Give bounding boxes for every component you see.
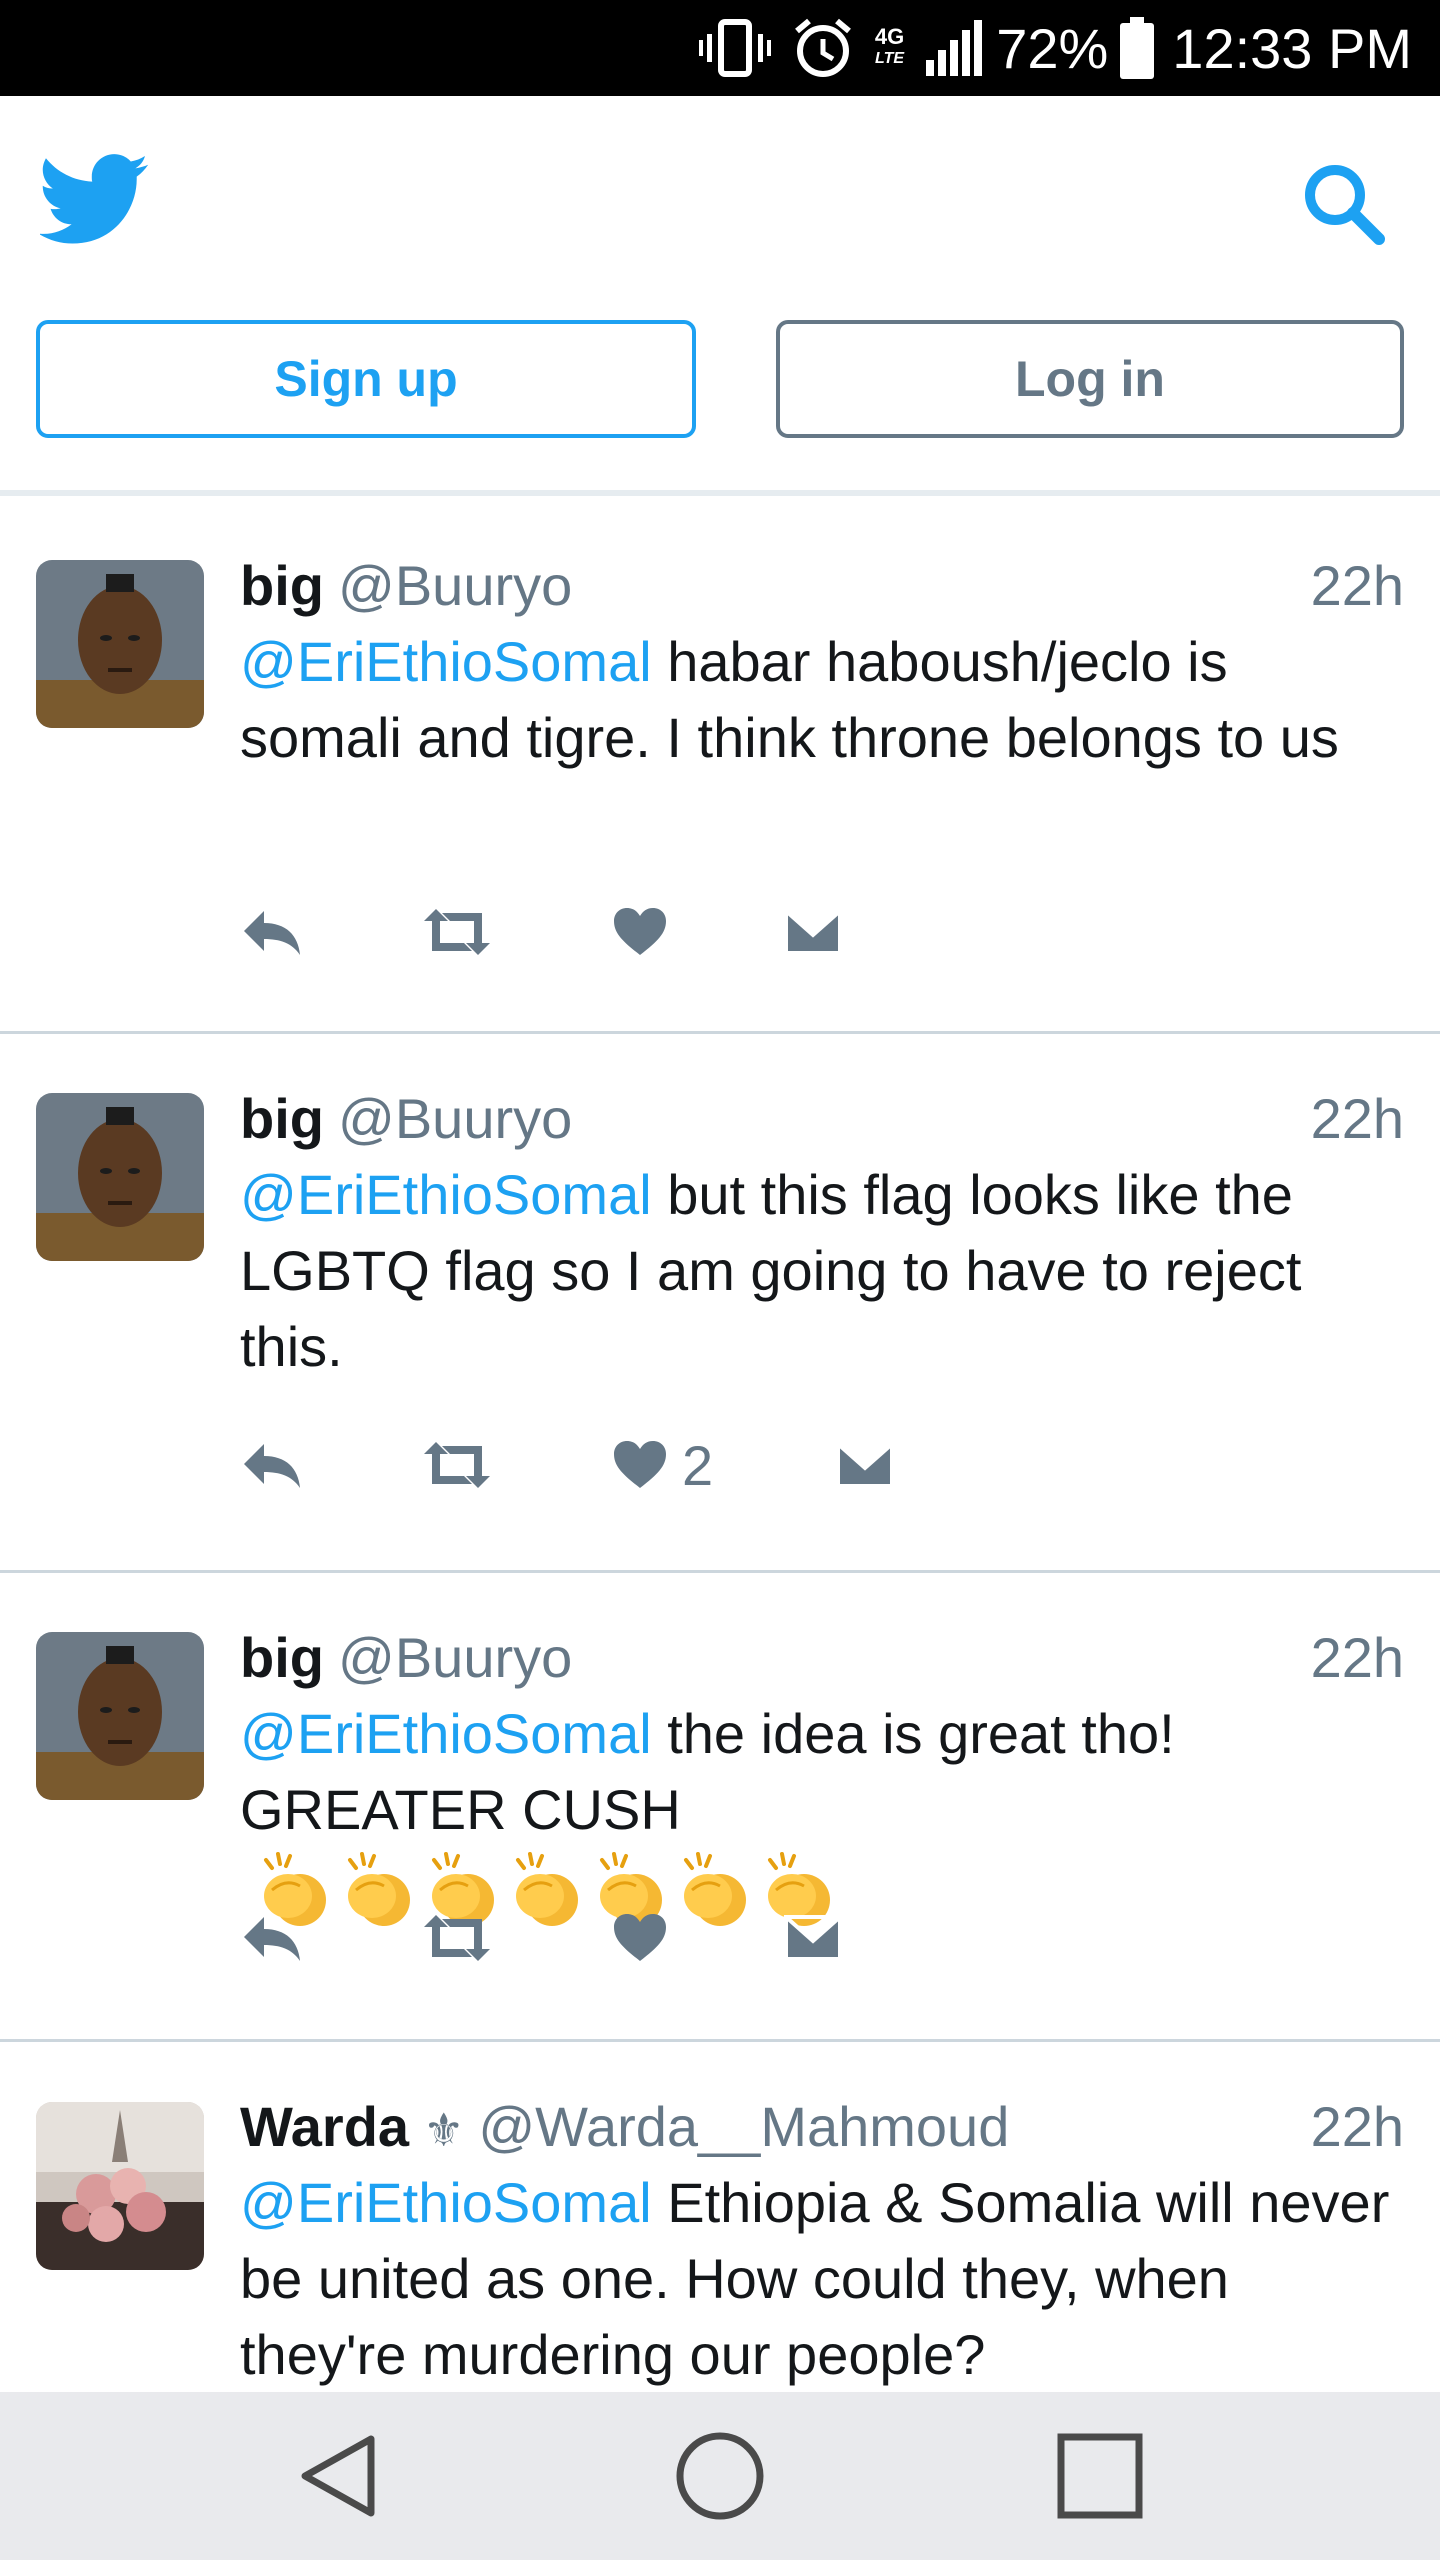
tweet-text: @EriEthioSomal the idea is great tho! GR… — [240, 1696, 1200, 1930]
tweet[interactable]: big @Buuryo 22h @EriEthioSomal the idea i… — [0, 1574, 1440, 2042]
twitter-bird-icon[interactable] — [38, 154, 150, 246]
clapping-hands-emoji-row — [252, 1850, 840, 1930]
user-handle[interactable]: @Buuryo — [338, 1626, 572, 1689]
tweet-text: @EriEthioSomal Ethiopia & Somalia will n… — [240, 2165, 1404, 2392]
display-name[interactable]: big — [240, 1087, 324, 1150]
home-button[interactable] — [620, 2392, 820, 2560]
display-name[interactable]: big — [240, 1626, 324, 1689]
timestamp[interactable]: 22h — [1311, 1626, 1404, 1690]
mention-link[interactable]: @EriEthioSomal — [240, 2171, 652, 2234]
user-handle[interactable]: @Buuryo — [338, 554, 572, 617]
mention-link[interactable]: @EriEthioSomal — [240, 1702, 652, 1765]
retweet-icon — [424, 1442, 490, 1488]
tweet-header: big @Buuryo 22h — [240, 554, 1404, 618]
reply-icon — [244, 1444, 300, 1488]
retweet-button[interactable] — [420, 1425, 494, 1505]
back-button[interactable] — [240, 2392, 440, 2560]
mention-link[interactable]: @EriEthioSomal — [240, 1163, 652, 1226]
retweet-icon — [424, 1915, 490, 1961]
dm-button[interactable] — [836, 1425, 894, 1505]
status-bar: 4G LTE 72% 12:33 PM — [0, 0, 1440, 96]
tweet[interactable]: big @Buuryo 22h @EriEthioSomal habar habo… — [0, 502, 1440, 1034]
clapping-hands-icon — [516, 1852, 578, 1927]
retweet-button[interactable] — [420, 1898, 494, 1978]
heart-icon — [614, 1441, 666, 1488]
reply-button[interactable] — [240, 1425, 304, 1505]
tweet-header: Warda ⚜ @Warda__Mahmoud 22h — [240, 2095, 1404, 2159]
tweet-header: big @Buuryo 22h — [240, 1087, 1404, 1151]
network-4g-lte-icon: 4G LTE — [875, 26, 904, 70]
search-icon — [1305, 165, 1385, 245]
network-sub-label: LTE — [875, 50, 905, 67]
tweet[interactable]: big @Buuryo 22h @EriEthioSomal but this f… — [0, 1035, 1440, 1573]
back-triangle-icon — [301, 2435, 375, 2517]
dm-button[interactable] — [784, 892, 842, 972]
app-header: Sign up Log in — [0, 96, 1440, 496]
signal-icon — [926, 20, 983, 76]
clapping-hands-icon — [684, 1852, 746, 1927]
like-button[interactable] — [612, 892, 682, 972]
clapping-hands-icon — [348, 1852, 410, 1927]
timestamp[interactable]: 22h — [1311, 2095, 1404, 2159]
tweet[interactable]: Warda ⚜ @Warda__Mahmoud 22h @EriEthioSomal… — [0, 2043, 1440, 2392]
like-button[interactable] — [612, 1898, 682, 1978]
alarm-icon — [793, 17, 853, 79]
fleur-de-lis-badge: ⚜ — [423, 2104, 465, 2156]
tweet-text: @EriEthioSomal habar haboush/jeclo is so… — [240, 624, 1404, 776]
login-button[interactable]: Log in — [776, 320, 1404, 438]
reply-icon — [244, 911, 300, 955]
display-name[interactable]: Warda — [240, 2095, 409, 2158]
avatar[interactable] — [36, 1632, 204, 1800]
retweet-icon — [424, 909, 490, 955]
clock: 12:33 PM — [1172, 16, 1412, 80]
dm-button[interactable] — [784, 1898, 842, 1978]
reply-button[interactable] — [240, 892, 304, 972]
recents-button[interactable] — [1000, 2392, 1200, 2560]
user-handle[interactable]: @Buuryo — [338, 1087, 572, 1150]
display-name[interactable]: big — [240, 554, 324, 617]
envelope-icon — [784, 1915, 842, 1961]
signup-button[interactable]: Sign up — [36, 320, 696, 438]
avatar[interactable] — [36, 1093, 204, 1261]
envelope-icon — [836, 1442, 894, 1488]
tweet-text: @EriEthioSomal but this flag looks like … — [240, 1157, 1404, 1385]
vibrate-icon — [698, 18, 771, 78]
like-count: 2 — [682, 1433, 714, 1497]
avatar[interactable] — [36, 560, 204, 728]
user-handle[interactable]: @Warda__Mahmoud — [478, 2095, 1009, 2158]
timestamp[interactable]: 22h — [1311, 554, 1404, 618]
timestamp[interactable]: 22h — [1311, 1087, 1404, 1151]
retweet-button[interactable] — [420, 892, 494, 972]
network-label: 4G — [874, 24, 905, 49]
avatar[interactable] — [36, 2102, 204, 2270]
home-circle-icon — [676, 2432, 764, 2520]
mention-link[interactable]: @EriEthioSomal — [240, 630, 652, 693]
heart-icon — [614, 908, 666, 955]
tweet-header: big @Buuryo 22h — [240, 1626, 1404, 1690]
envelope-icon — [784, 909, 842, 955]
heart-icon — [614, 1914, 666, 1961]
battery-icon — [1120, 17, 1155, 79]
system-navigation-bar — [0, 2392, 1440, 2560]
recents-square-icon — [1057, 2433, 1143, 2519]
battery-percent: 72% — [996, 16, 1109, 80]
search-button[interactable] — [1296, 156, 1392, 252]
like-button[interactable]: 2 — [612, 1425, 713, 1505]
reply-button[interactable] — [240, 1898, 304, 1978]
reply-icon — [244, 1917, 300, 1961]
